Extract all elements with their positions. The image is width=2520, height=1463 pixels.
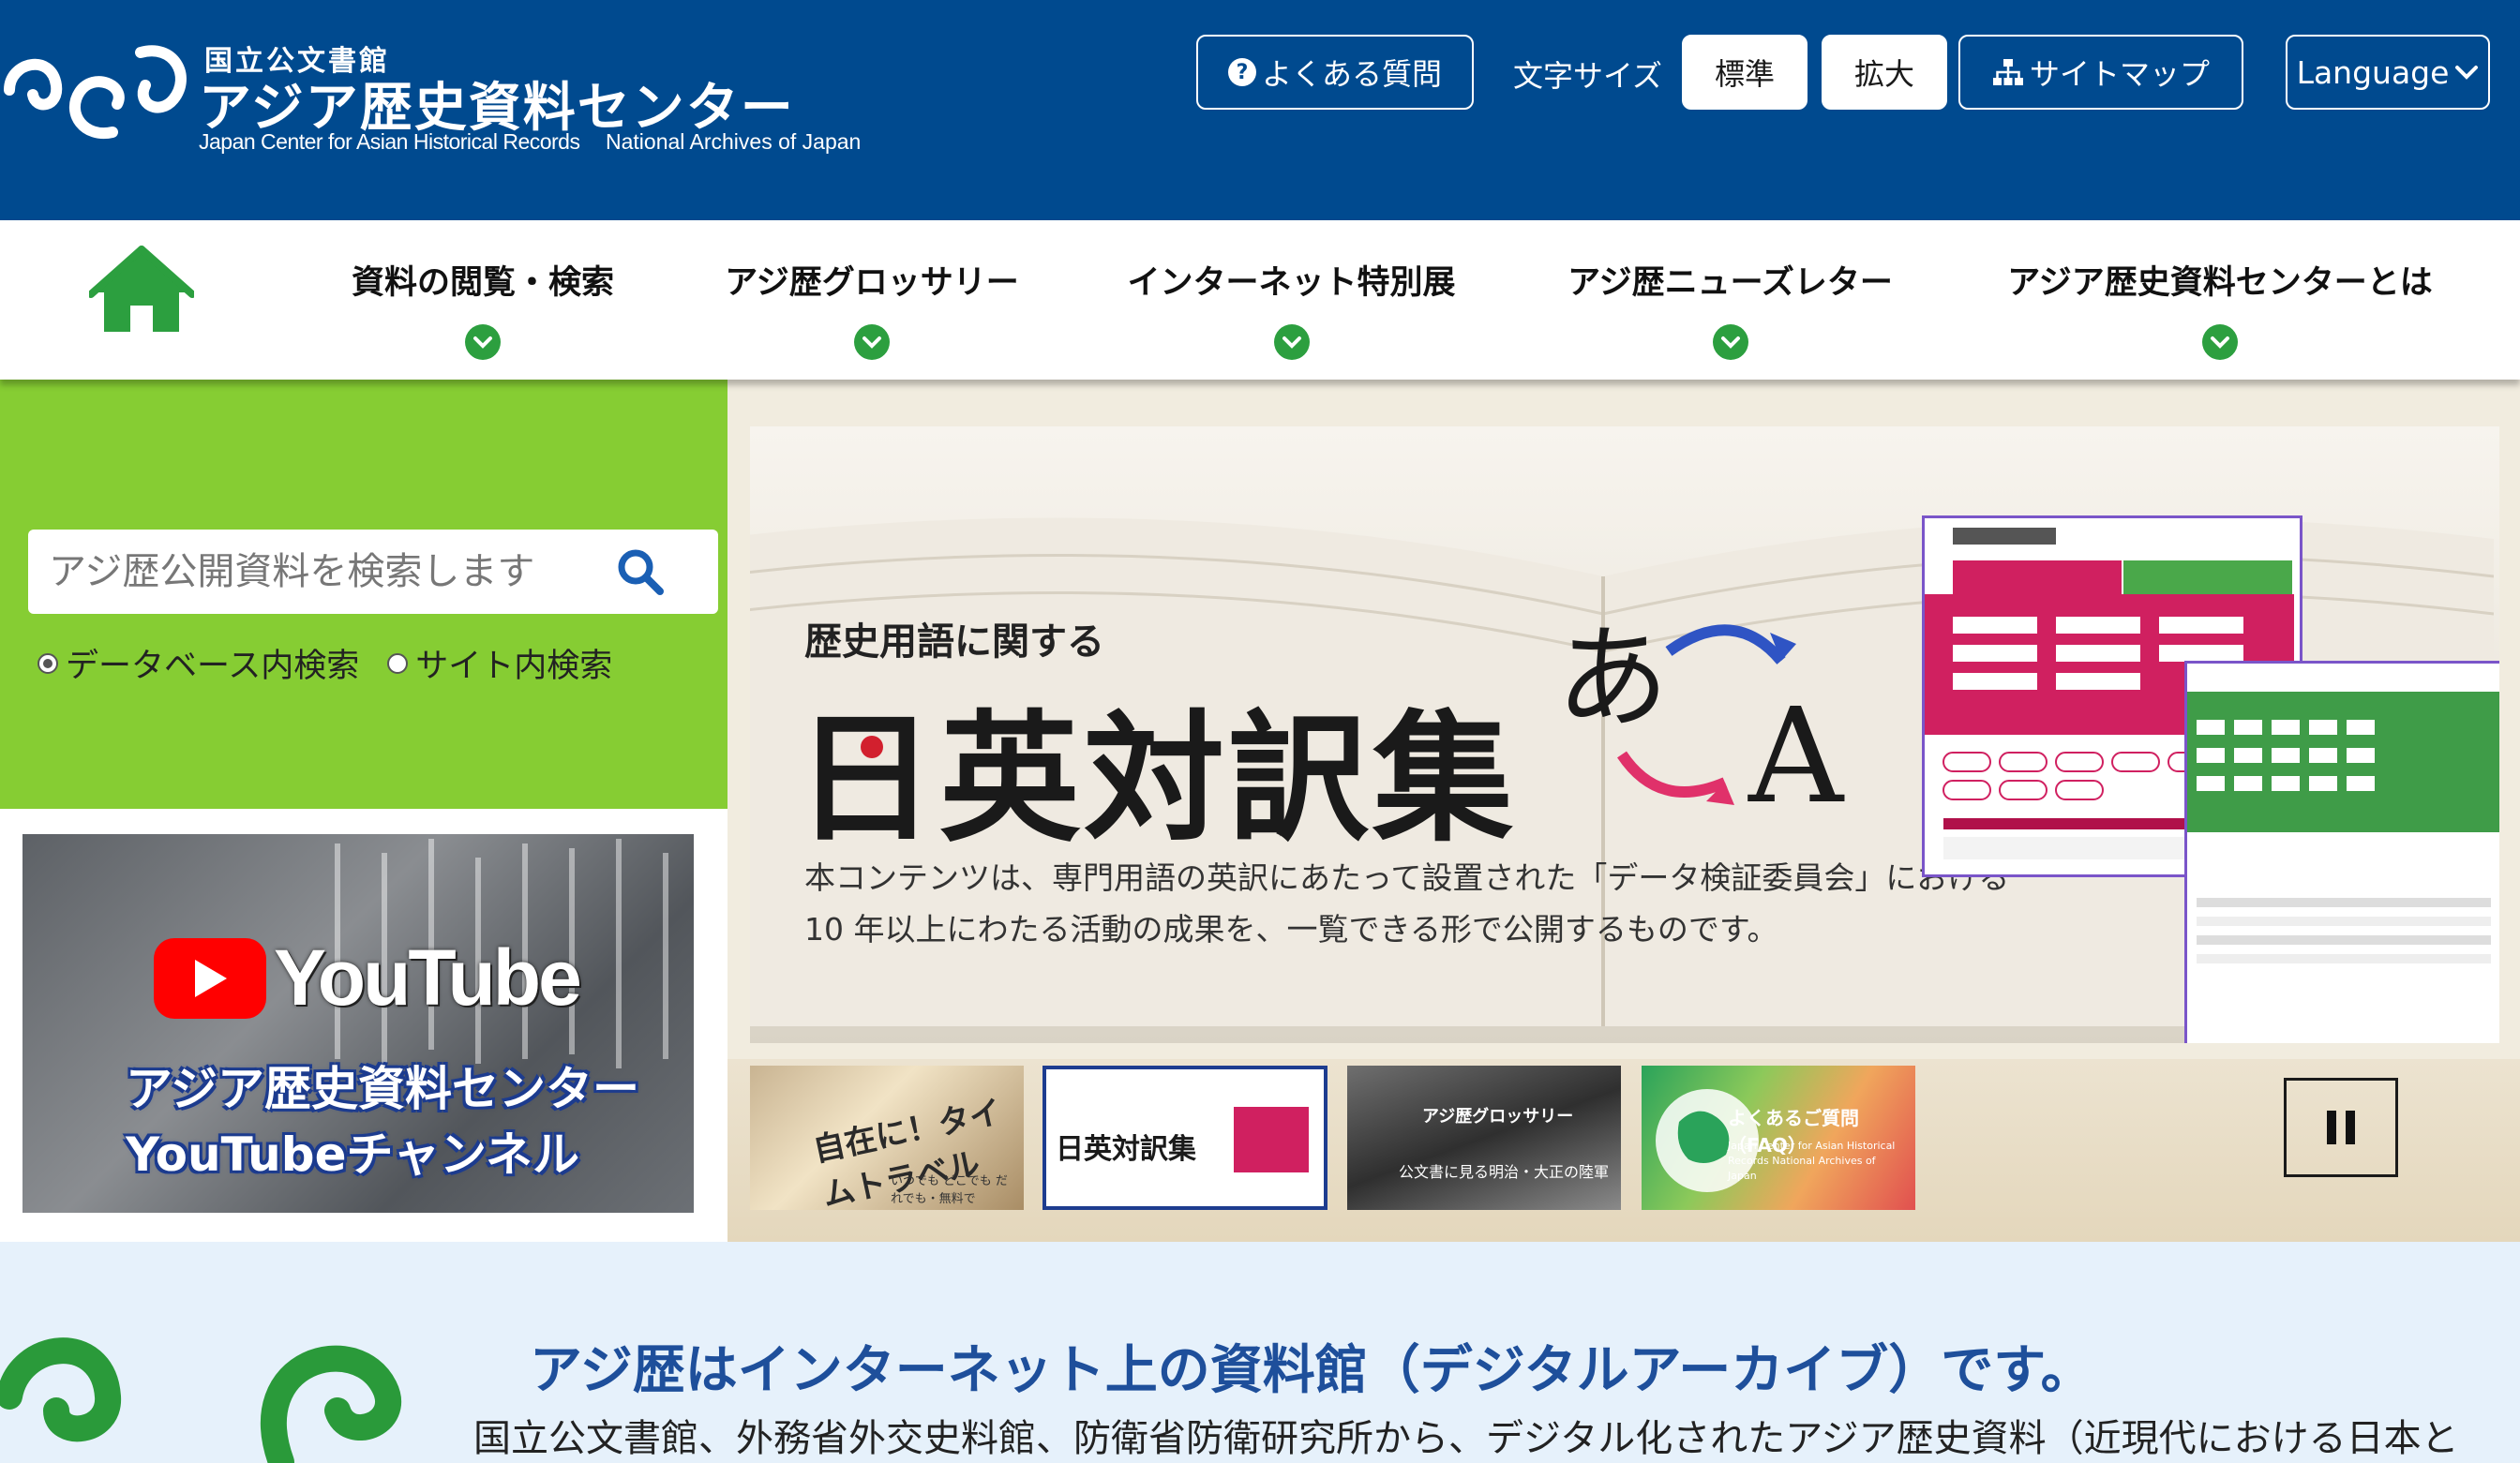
slide-jp-glyph: あ xyxy=(1556,614,1669,744)
thumbnail-time-travel[interactable]: 自在に！タイムトラベル いつでも どこでも だれでも・無料で xyxy=(750,1066,1024,1210)
radio-database[interactable] xyxy=(38,652,58,674)
slide-title: 日英対訳集 xyxy=(795,696,1518,861)
chevron-down-icon xyxy=(1712,324,1748,360)
thumbnail-mockup xyxy=(1234,1107,1309,1172)
youtube-wordmark: YouTube xyxy=(274,933,582,1022)
thumbnail-label: アジ歴グロッサリー xyxy=(1422,1107,1574,1127)
pause-icon xyxy=(2346,1111,2355,1144)
sitemap-icon xyxy=(1992,59,2023,85)
pause-icon xyxy=(2327,1111,2336,1144)
translation-arrows-icon: あ A xyxy=(1556,614,1845,829)
nav-item-label: 資料の閲覧・検索 xyxy=(351,264,614,302)
chevron-down-icon xyxy=(854,324,890,360)
search-icon[interactable] xyxy=(614,545,667,598)
slide-description-line2: 10 年以上にわたる活動の成果を、一覧できる形で公開するものです。 xyxy=(804,911,1778,948)
main-nav: 資料の閲覧・検索 アジ歴グロッサリー インターネット特別展 アジ歴ニューズレター… xyxy=(0,220,2520,380)
thumbnail-caption: いつでも どこでも だれでも・無料で xyxy=(891,1174,1008,1206)
question-icon: ? xyxy=(1227,58,1256,86)
font-large-button[interactable]: 拡大 xyxy=(1822,35,1947,110)
intro-wave-logo-icon xyxy=(0,1337,401,1463)
carousel-slide-active[interactable]: 歴史用語に関する 日英対訳集 あ A 本コンテンツは、専門用語の英訳にあたって設… xyxy=(750,426,2499,1043)
thumbnail-caption: 公文書に見る明治・大正の陸軍 xyxy=(1399,1163,1610,1181)
japan-dot-icon xyxy=(861,736,883,758)
thumbnail-translation[interactable]: 日英対訳集 xyxy=(1042,1066,1328,1210)
language-select[interactable]: Language xyxy=(2286,35,2490,110)
chevron-down-icon xyxy=(2202,324,2238,360)
nav-item-search[interactable]: 資料の閲覧・検索 xyxy=(347,256,619,360)
youtube-logo: YouTube xyxy=(154,933,582,1023)
nav-item-label: アジア歴史資料センターとは xyxy=(2007,264,2433,302)
thumbnail-label: 日英対訳集 xyxy=(1056,1133,1196,1166)
carousel-pause-button[interactable] xyxy=(2284,1078,2398,1177)
youtube-title: アジア歴史資料センター xyxy=(126,1062,639,1116)
nav-item-about[interactable]: アジア歴史資料センターとは xyxy=(2000,256,2440,360)
nav-item-label: インターネット特別展 xyxy=(1127,264,1456,302)
nav-item-exhibition[interactable]: インターネット特別展 xyxy=(1120,256,1462,360)
nav-item-label: アジ歴ニューズレター xyxy=(1568,264,1893,302)
screenshot-mockup-2 xyxy=(2184,661,2499,1043)
youtube-play-icon xyxy=(154,937,266,1019)
sitemap-button[interactable]: サイトマップ xyxy=(1958,35,2243,110)
thumbnail-caption: Japan Center for Asian Historical Record… xyxy=(1728,1140,1896,1182)
search-scope-options: データベース内検索 サイト内検索 xyxy=(38,639,612,687)
sitemap-label: サイトマップ xyxy=(2029,56,2210,92)
nav-item-glossary[interactable]: アジ歴グロッサリー xyxy=(717,256,1027,360)
logo-english-org: National Archives of Japan xyxy=(606,129,862,154)
search-box xyxy=(28,530,718,614)
faq-label: よくある質問 xyxy=(1261,56,1442,92)
thumbnail-faq[interactable]: よくあるご質問（FAQ） Japan Center for Asian Hist… xyxy=(1642,1066,1915,1210)
youtube-banner[interactable]: YouTube アジア歴史資料センター YouTubeチャンネル xyxy=(22,834,694,1213)
nav-item-label: アジ歴グロッサリー xyxy=(725,264,1019,302)
chevron-down-icon xyxy=(465,324,501,360)
radio-database-label[interactable]: データベース内検索 xyxy=(66,639,359,687)
thumbnail-glossary[interactable]: アジ歴グロッサリー 公文書に見る明治・大正の陸軍 xyxy=(1347,1066,1621,1210)
logo-english-name: Japan Center for Asian Historical Record… xyxy=(199,129,580,154)
font-standard-button[interactable]: 標準 xyxy=(1682,35,1808,110)
site-header: 国立公文書館 アジア歴史資料センター Japan Center for Asia… xyxy=(0,0,2520,220)
youtube-subtitle: YouTubeチャンネル xyxy=(126,1127,579,1182)
chevron-down-icon xyxy=(2455,66,2479,80)
intro-title: アジ歴はインターネット上の資料館（デジタルアーカイブ）です。 xyxy=(530,1340,2093,1401)
font-size-label: 文字サイズ xyxy=(1513,58,1663,94)
language-label: Language xyxy=(2296,53,2450,91)
slide-description-line1: 本コンテンツは、専門用語の英訳にあたって設置された「データ検証委員会」における xyxy=(804,859,2010,896)
radio-site[interactable] xyxy=(387,652,409,674)
nav-item-newsletter[interactable]: アジ歴ニューズレター xyxy=(1559,256,1901,360)
slide-en-glyph: A xyxy=(1748,680,1845,829)
logo-wave-icon[interactable] xyxy=(0,34,188,156)
radio-site-label[interactable]: サイト内検索 xyxy=(415,639,612,687)
home-icon[interactable] xyxy=(89,246,194,336)
intro-text: 国立公文書館、外務省外交史料館、防衛省防衛研究所から、デジタル化されたアジア歴史… xyxy=(473,1417,2459,1460)
slide-subtitle: 歴史用語に関する xyxy=(804,620,1104,664)
faq-button[interactable]: ? よくある質問 xyxy=(1196,35,1474,110)
chevron-down-icon xyxy=(1273,324,1310,360)
search-input[interactable] xyxy=(47,549,613,594)
